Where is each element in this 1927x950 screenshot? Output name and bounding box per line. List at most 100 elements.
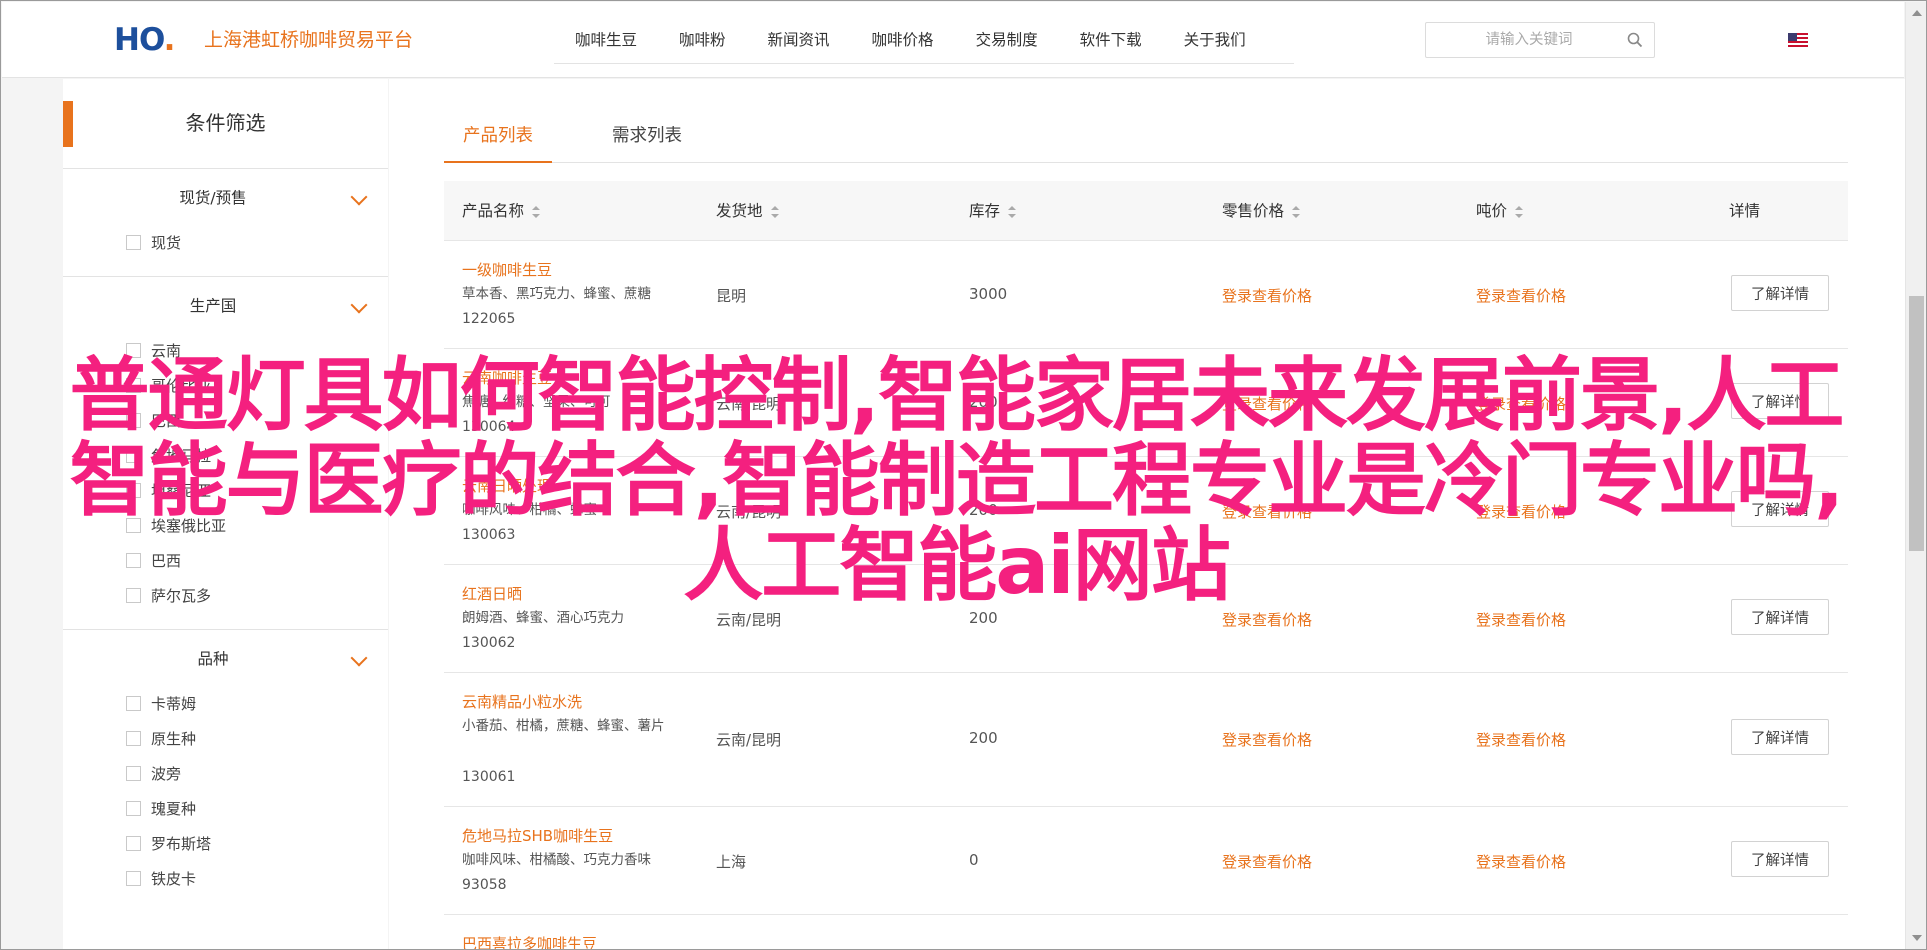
checkbox[interactable] (126, 871, 141, 886)
filter-option[interactable]: 原生种 (63, 721, 388, 756)
nav-item-prices[interactable]: 咖啡价格 (851, 17, 955, 63)
col-header-retail-price[interactable]: 零售价格 (1222, 181, 1301, 241)
filter-option[interactable]: 萨尔瓦多 (63, 578, 388, 613)
filter-option[interactable]: 铁皮卡 (63, 861, 388, 896)
checkbox[interactable] (126, 553, 141, 568)
us-flag-icon[interactable] (1788, 33, 1808, 47)
product-name-link[interactable]: 巴西喜拉多咖啡生豆 (462, 933, 597, 949)
login-price-link[interactable]: 登录查看价格 (1476, 501, 1566, 522)
nav-item-about[interactable]: 关于我们 (1163, 17, 1267, 63)
filter-group-header[interactable]: 现货/预售 (63, 169, 388, 225)
detail-button[interactable]: 了解详情 (1731, 383, 1829, 419)
col-header-name[interactable]: 产品名称 (462, 181, 541, 241)
sort-icon[interactable] (1008, 205, 1017, 218)
checkbox[interactable] (126, 836, 141, 851)
sort-icon[interactable] (532, 205, 541, 218)
product-name-link[interactable]: 一级咖啡生豆 (462, 259, 552, 280)
product-name-link[interactable]: 云南日晒处理 (462, 475, 552, 496)
filter-group-title: 品种 (197, 650, 229, 668)
nav-item-trade-rules[interactable]: 交易制度 (955, 17, 1059, 63)
sort-icon[interactable] (770, 205, 779, 218)
login-price-link[interactable]: 登录查看价格 (1222, 501, 1312, 522)
product-description: 草本香、黑巧克力、蜂蜜、蔗糖 (462, 286, 651, 302)
checkbox[interactable] (126, 518, 141, 533)
login-price-link[interactable]: 登录查看价格 (1476, 729, 1566, 750)
logo-dot: . (163, 22, 176, 58)
login-price-link[interactable]: 登录查看价格 (1222, 393, 1312, 414)
login-price-link[interactable]: 登录查看价格 (1222, 729, 1312, 750)
filter-option[interactable]: 坦桑尼亚 (63, 473, 388, 508)
detail-button[interactable]: 了解详情 (1731, 491, 1829, 527)
login-price-link[interactable]: 登录查看价格 (1476, 609, 1566, 630)
filter-option[interactable]: 卡蒂姆 (63, 686, 388, 721)
filter-option[interactable]: 巴西 (63, 543, 388, 578)
filter-option[interactable]: 危地马拉 (63, 438, 388, 473)
product-name-link[interactable]: 红酒日晒 (462, 583, 522, 604)
checkbox[interactable] (126, 731, 141, 746)
page-scrollbar[interactable] (1905, 2, 1926, 949)
col-header-origin[interactable]: 发货地 (716, 181, 779, 241)
filter-option[interactable]: 波旁 (63, 756, 388, 791)
scroll-up-arrow-icon[interactable] (1912, 10, 1922, 16)
checkbox[interactable] (126, 343, 141, 358)
login-price-link[interactable]: 登录查看价格 (1222, 285, 1312, 306)
login-price-link[interactable]: 登录查看价格 (1476, 393, 1566, 414)
filter-option[interactable]: 现货 (63, 225, 388, 260)
detail-button[interactable]: 了解详情 (1731, 841, 1829, 877)
filter-option[interactable]: 哥伦比亚 (63, 368, 388, 403)
checkbox[interactable] (126, 448, 141, 463)
filter-option[interactable]: 巴西 (63, 403, 388, 438)
tab-products[interactable]: 产品列表 (444, 109, 552, 163)
filter-option[interactable]: 埃塞俄比亚 (63, 508, 388, 543)
filter-option[interactable]: 罗布斯塔 (63, 826, 388, 861)
col-header-stock[interactable]: 库存 (969, 181, 1017, 241)
checkbox[interactable] (126, 413, 141, 428)
origin-cell: 云南/昆明 (716, 611, 782, 629)
nav-item-green-beans[interactable]: 咖啡生豆 (554, 17, 658, 63)
filter-option-label: 卡蒂姆 (151, 695, 197, 713)
list-tabs: 产品列表 需求列表 (444, 109, 1848, 163)
filter-option[interactable]: 瑰夏种 (63, 791, 388, 826)
scroll-thumb[interactable] (1909, 296, 1924, 551)
nav-item-software[interactable]: 软件下载 (1059, 17, 1163, 63)
site-logo[interactable]: HO. (114, 22, 176, 58)
scroll-down-arrow-icon[interactable] (1912, 935, 1922, 941)
filter-group-title: 生产国 (189, 297, 237, 315)
filter-group-header[interactable]: 生产国 (63, 277, 388, 333)
checkbox[interactable] (126, 801, 141, 816)
detail-button[interactable]: 了解详情 (1731, 599, 1829, 635)
sort-icon[interactable] (1515, 205, 1524, 218)
search-icon[interactable] (1626, 31, 1644, 49)
product-name-link[interactable]: 云南咖啡生豆 (462, 367, 552, 388)
login-price-link[interactable]: 登录查看价格 (1476, 851, 1566, 872)
login-price-link[interactable]: 登录查看价格 (1222, 609, 1312, 630)
checkbox[interactable] (126, 696, 141, 711)
login-price-link[interactable]: 登录查看价格 (1476, 285, 1566, 306)
sort-icon[interactable] (1292, 205, 1301, 218)
login-price-link[interactable]: 登录查看价格 (1222, 851, 1312, 872)
search-input[interactable] (1434, 29, 1624, 51)
filter-option-label: 坦桑尼亚 (151, 482, 212, 500)
col-header-ton-price[interactable]: 吨价 (1476, 181, 1524, 241)
checkbox[interactable] (126, 588, 141, 603)
stock-cell: 200 (969, 609, 998, 627)
product-name-link[interactable]: 云南精品小粒水洗 (462, 691, 582, 712)
nav-item-news[interactable]: 新闻资讯 (747, 17, 851, 63)
checkbox[interactable] (126, 483, 141, 498)
tab-demands[interactable]: 需求列表 (594, 109, 700, 163)
browser-frame: HO. 上海港虹桥咖啡贸易平台 咖啡生豆 咖啡粉 新闻资讯 咖啡价格 交易制度 … (0, 0, 1927, 950)
filter-option[interactable]: 云南 (63, 333, 388, 368)
product-name-link[interactable]: 危地马拉SHB咖啡生豆 (462, 825, 613, 846)
site-name[interactable]: 上海港虹桥咖啡贸易平台 (204, 26, 413, 54)
checkbox[interactable] (126, 766, 141, 781)
product-description: 朗姆酒、蜂蜜、酒心巧克力 (462, 610, 624, 626)
detail-button[interactable]: 了解详情 (1731, 275, 1829, 311)
checkbox[interactable] (126, 378, 141, 393)
filter-group-header[interactable]: 品种 (63, 630, 388, 686)
nav-item-coffee-powder[interactable]: 咖啡粉 (658, 17, 747, 63)
filter-group-stock: 现货/预售 现货 (63, 169, 388, 277)
origin-cell: 云南/昆明 (716, 731, 782, 749)
filter-header: 条件筛选 (63, 79, 388, 169)
checkbox[interactable] (126, 235, 141, 250)
detail-button[interactable]: 了解详情 (1731, 719, 1829, 755)
